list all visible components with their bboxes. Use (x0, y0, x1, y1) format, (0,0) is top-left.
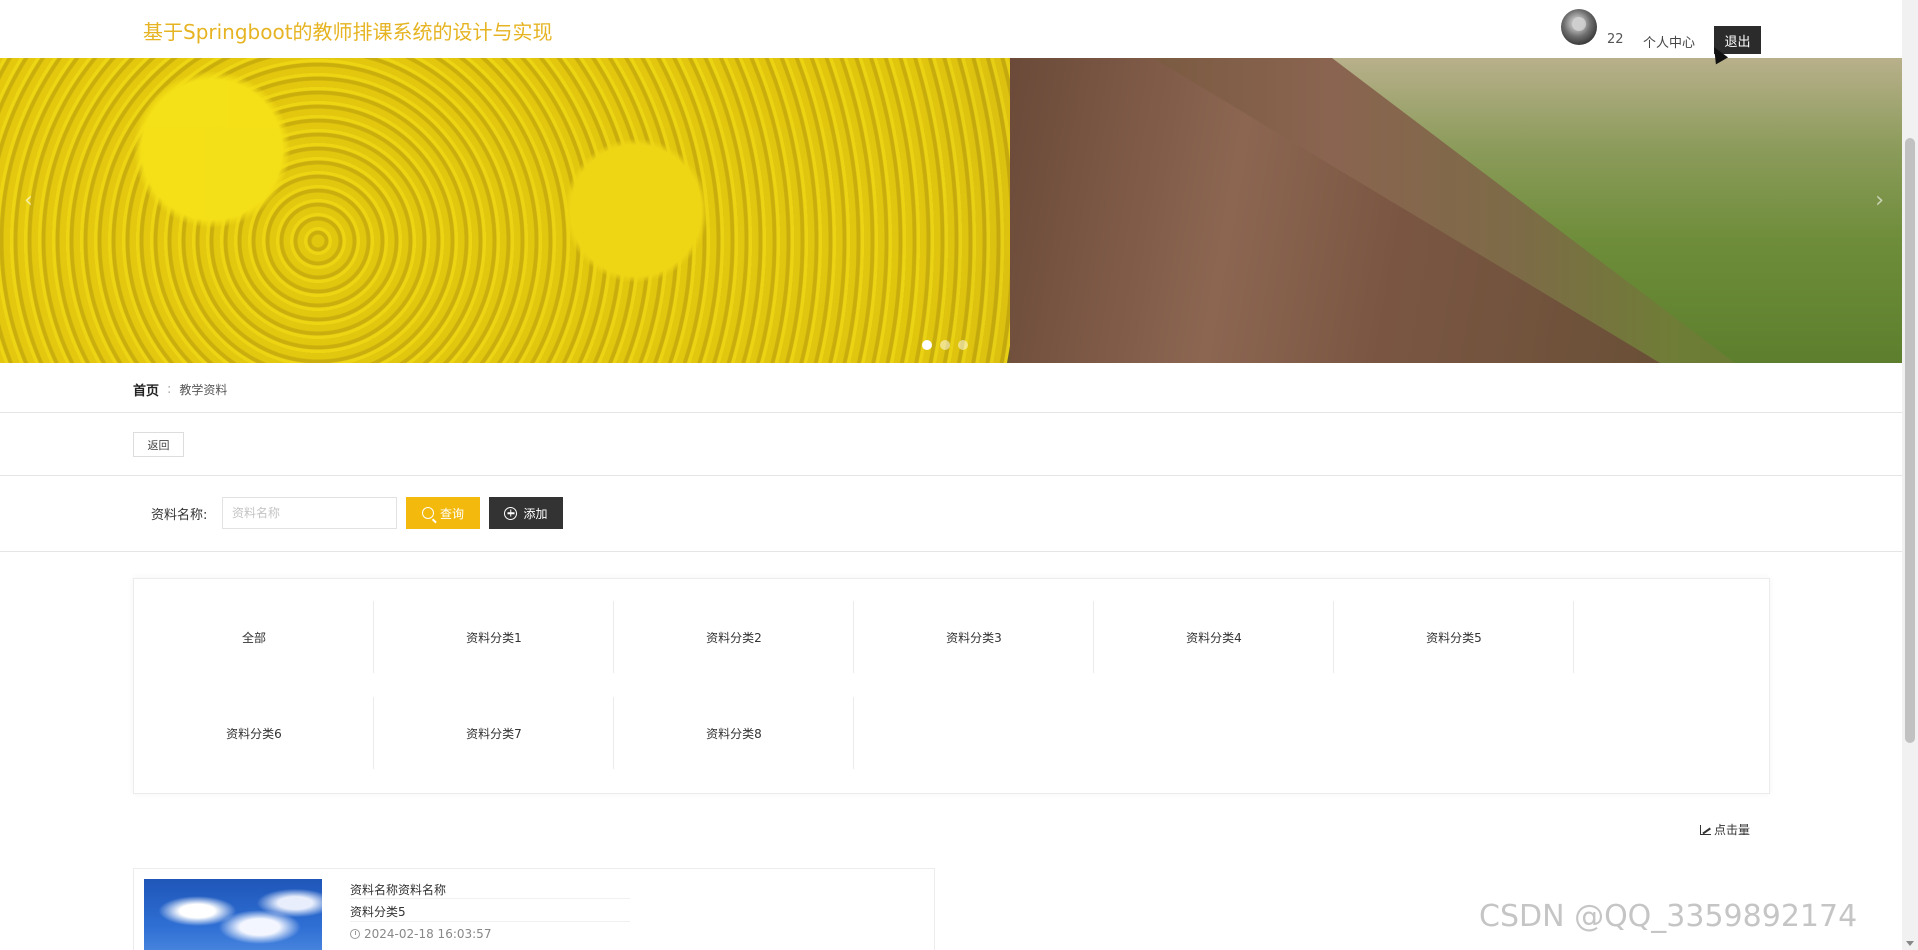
carousel-prev-icon[interactable]: ‹ (24, 188, 33, 213)
username: 22 (1607, 32, 1624, 47)
item-time-text: 2024-02-18 16:03:57 (364, 927, 492, 941)
page-scrollbar[interactable] (1902, 0, 1918, 950)
watermark: CSDN @QQ_3359892174 (1479, 899, 1858, 934)
avatar[interactable] (1561, 9, 1597, 45)
item-category: 资料分类5 (350, 905, 406, 919)
item-name: 资料名称资料名称 (350, 883, 447, 897)
divider (0, 551, 1902, 552)
scrollbar-thumb[interactable] (1905, 138, 1915, 743)
banner-carousel[interactable]: ‹ › (0, 58, 1902, 363)
carousel-dot-3[interactable] (958, 340, 968, 350)
chart-icon (1700, 824, 1711, 835)
breadcrumb-separator: : (167, 382, 172, 397)
category-item[interactable]: 资料分类6 (134, 697, 374, 769)
category-item[interactable]: 资料分类3 (854, 601, 1094, 673)
item-divider (350, 921, 630, 922)
list-item[interactable]: 资料名称资料名称 资料分类5 2024-02-18 16:03:57 (133, 868, 935, 950)
category-item[interactable]: 资料分类1 (374, 601, 614, 673)
breadcrumb-current: 教学资料 (179, 383, 228, 397)
scroll-down-icon[interactable] (1906, 941, 1914, 946)
item-thumbnail (144, 879, 322, 950)
plus-circle-icon (504, 506, 518, 520)
search-icon (421, 507, 434, 519)
breadcrumb: 首页 : 教学资料 (133, 380, 227, 399)
category-all[interactable]: 全部 (134, 601, 374, 673)
breadcrumb-home[interactable]: 首页 (133, 380, 159, 399)
add-button-label: 添加 (523, 506, 548, 521)
carousel-indicators (922, 340, 968, 350)
divider (0, 475, 1902, 476)
category-item[interactable]: 资料分类7 (374, 697, 614, 769)
category-item[interactable]: 资料分类4 (1094, 601, 1334, 673)
personal-center-link[interactable]: 个人中心 (1643, 32, 1695, 51)
item-time: 2024-02-18 16:03:57 (350, 927, 491, 941)
divider (0, 412, 1902, 413)
carousel-next-icon[interactable]: › (1875, 188, 1884, 213)
click-count-label: 点击量 (1714, 823, 1751, 837)
sort-click-count[interactable]: 点击量 (1700, 821, 1750, 838)
carousel-dot-1[interactable] (922, 340, 932, 350)
category-item[interactable]: 资料分类5 (1334, 601, 1574, 673)
query-button[interactable]: 查询 (406, 497, 480, 529)
carousel-dot-2[interactable] (940, 340, 950, 350)
search-input[interactable] (222, 497, 397, 529)
back-button[interactable]: 返回 (133, 432, 184, 457)
top-header: 基于Springboot的教师排课系统的设计与实现 22 个人中心 退出 (0, 0, 1900, 65)
category-panel: 全部 资料分类1 资料分类2 资料分类3 资料分类4 资料分类5 资料分类6 资… (133, 578, 1770, 794)
banner-image-field (0, 58, 1060, 363)
add-button[interactable]: 添加 (489, 497, 563, 529)
site-title: 基于Springboot的教师排课系统的设计与实现 (143, 20, 553, 44)
clock-icon (350, 929, 360, 939)
category-item[interactable]: 资料分类2 (614, 601, 854, 673)
query-button-label: 查询 (439, 506, 464, 521)
category-item[interactable]: 资料分类8 (614, 697, 854, 769)
item-divider (350, 898, 630, 899)
search-label: 资料名称: (151, 508, 208, 523)
